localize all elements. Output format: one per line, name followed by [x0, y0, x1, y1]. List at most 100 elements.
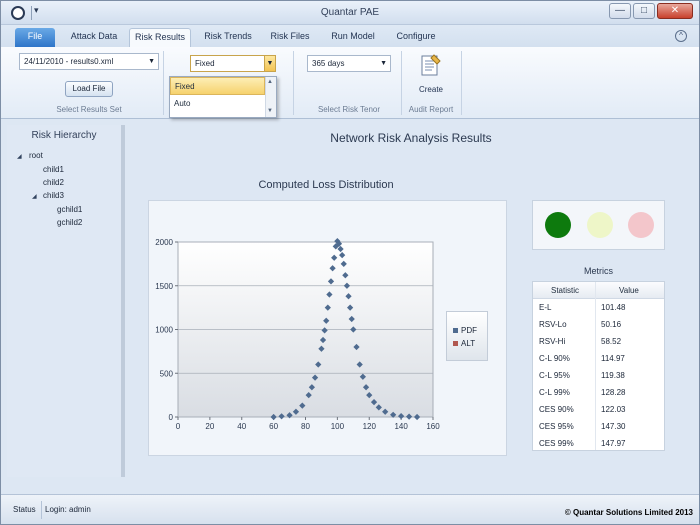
metrics-table: Statistic Value E-L101.48RSV-Lo50.16RSV-… — [532, 281, 665, 451]
tree-node-child3[interactable]: child3 — [43, 191, 64, 200]
table-row: RSV-Lo 50.16 — [533, 316, 664, 333]
metric-value: 128.28 — [601, 388, 625, 397]
y-tick-label: 500 — [160, 369, 174, 378]
metric-statistic: CES 99% — [539, 439, 574, 448]
header-value[interactable]: Value — [619, 286, 639, 295]
amber-status-light — [587, 212, 613, 238]
tree-node-gchild2[interactable]: gchild2 — [57, 218, 82, 227]
tree-node-gchild1[interactable]: gchild1 — [57, 205, 82, 214]
red-status-light — [628, 212, 654, 238]
scroll-down-icon[interactable]: ▼ — [267, 108, 273, 114]
table-row: RSV-Hi 58.52 — [533, 333, 664, 350]
table-row: CES 95% 147.30 — [533, 418, 664, 435]
metric-value: 114.97 — [601, 354, 625, 363]
y-tick-label: 0 — [169, 413, 174, 422]
load-file-button[interactable]: Load File — [65, 81, 113, 97]
table-row: CES 99% 147.97 — [533, 435, 664, 452]
metric-statistic: RSV-Lo — [539, 320, 567, 329]
status-separator — [41, 501, 42, 519]
metric-statistic: CES 95% — [539, 422, 574, 431]
tree-node-child2[interactable]: child2 — [43, 178, 64, 187]
x-tick-label: 0 — [176, 422, 181, 431]
page-title: Network Risk Analysis Results — [221, 131, 601, 145]
close-button[interactable]: ✕ — [657, 3, 693, 19]
metric-value: 101.48 — [601, 303, 625, 312]
legend-swatch-pdf — [453, 328, 458, 333]
legend-item-alt: ALT — [453, 339, 475, 348]
create-report-label[interactable]: Create — [414, 85, 448, 94]
legend-swatch-alt — [453, 341, 458, 346]
login-status: Login: admin — [45, 505, 91, 514]
results-set-value: 24/11/2010 - results0.xml — [24, 57, 113, 66]
y-tick-label: 1000 — [155, 326, 173, 335]
metric-statistic: RSV-Hi — [539, 337, 565, 346]
tab-run-model[interactable]: Run Model — [323, 28, 383, 47]
mode-option-auto[interactable]: Auto — [170, 95, 265, 113]
table-row: C-L 95% 119.38 — [533, 367, 664, 384]
metric-statistic: E-L — [539, 303, 551, 312]
metric-value: 122.03 — [601, 405, 625, 414]
scroll-up-icon[interactable]: ▲ — [267, 79, 273, 85]
results-set-select[interactable]: 24/11/2010 - results0.xml ▼ — [19, 53, 159, 70]
table-row: E-L 101.48 — [533, 299, 664, 316]
x-tick-label: 120 — [363, 422, 377, 431]
mode-option-fixed[interactable]: Fixed — [170, 77, 265, 95]
metric-value: 147.30 — [601, 422, 625, 431]
metric-value: 50.16 — [601, 320, 621, 329]
tab-risk-trends[interactable]: Risk Trends — [197, 28, 259, 47]
chevron-down-icon: ▼ — [380, 56, 387, 71]
ribbon-panel: 24/11/2010 - results0.xml ▼ Load File Se… — [1, 47, 699, 119]
dropdown-scrollbar[interactable]: ▲ ▼ — [265, 77, 276, 117]
mode-select[interactable]: Fixed ▼ — [190, 55, 276, 72]
tab-file[interactable]: File — [15, 28, 55, 47]
green-status-light — [545, 212, 571, 238]
metric-statistic: C-L 99% — [539, 388, 570, 397]
chart-legend: PDF ALT — [446, 311, 488, 361]
tree-node-child1[interactable]: child1 — [43, 165, 64, 174]
x-tick-label: 140 — [394, 422, 408, 431]
y-tick-label: 2000 — [155, 238, 173, 247]
legend-label-alt: ALT — [461, 339, 475, 348]
metric-value: 147.97 — [601, 439, 625, 448]
risk-hierarchy-panel: Risk Hierarchy ◢ root child1 child2 ◢ ch… — [7, 125, 121, 477]
metric-statistic: C-L 90% — [539, 354, 570, 363]
table-row: C-L 90% 114.97 — [533, 350, 664, 367]
metric-statistic: C-L 95% — [539, 371, 570, 380]
tab-configure[interactable]: Configure — [389, 28, 443, 47]
tree-node-root[interactable]: root — [29, 151, 43, 160]
minimize-button[interactable]: — — [609, 3, 631, 19]
mode-value: Fixed — [195, 59, 215, 68]
metric-value: 58.52 — [601, 337, 621, 346]
window-controls: — □ ✕ — [609, 3, 693, 19]
tab-risk-files[interactable]: Risk Files — [263, 28, 317, 47]
risk-tenor-group-label: Select Risk Tenor — [297, 105, 401, 114]
risk-hierarchy-title: Risk Hierarchy — [7, 130, 121, 141]
document-create-icon[interactable] — [420, 53, 442, 77]
ribbon-collapse-icon[interactable]: ^ — [675, 30, 687, 42]
ribbon-group-separator — [163, 51, 164, 115]
metric-statistic: CES 90% — [539, 405, 574, 414]
metrics-table-header: Statistic Value — [533, 282, 664, 299]
title-bar: ▾ Quantar PAE — □ ✕ — [1, 1, 699, 25]
window-title: Quantar PAE — [1, 7, 699, 18]
x-tick-label: 80 — [301, 422, 310, 431]
risk-tenor-select[interactable]: 365 days ▼ — [307, 55, 391, 72]
maximize-button[interactable]: □ — [633, 3, 655, 19]
chevron-down-icon[interactable]: ▼ — [264, 56, 275, 71]
table-row: C-L 99% 128.28 — [533, 384, 664, 401]
app-window: ▾ Quantar PAE — □ ✕ File Attack Data Ris… — [0, 0, 700, 525]
legend-label-pdf: PDF — [461, 326, 477, 335]
tab-risk-results[interactable]: Risk Results — [129, 28, 191, 47]
header-statistic[interactable]: Statistic — [551, 286, 579, 295]
tree-expanded-icon[interactable]: ◢ — [32, 193, 37, 200]
metric-value: 119.38 — [601, 371, 625, 380]
y-tick-label: 1500 — [155, 282, 173, 291]
risk-tenor-value: 365 days — [312, 59, 344, 68]
ribbon-group-separator — [461, 51, 462, 115]
mode-dropdown-list: Fixed Auto ▲ ▼ — [169, 76, 277, 118]
panel-splitter[interactable] — [121, 125, 125, 477]
risk-status-lights — [532, 200, 665, 250]
ribbon-tab-bar: File Attack Data Risk Results Risk Trend… — [1, 25, 699, 47]
tab-attack-data[interactable]: Attack Data — [63, 28, 125, 47]
tree-expanded-icon[interactable]: ◢ — [17, 153, 22, 160]
